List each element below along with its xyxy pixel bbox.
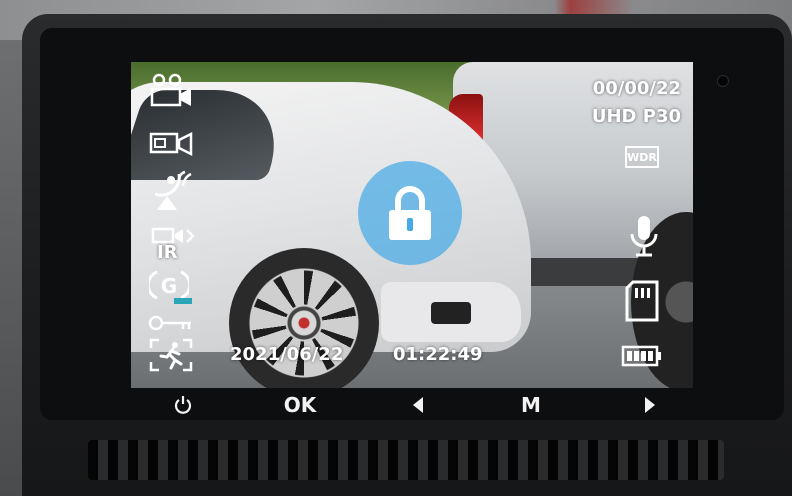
speaker-vent — [88, 440, 724, 480]
parking-key-icon — [148, 315, 191, 331]
dual-camera-icon — [150, 73, 191, 107]
sd-card-icon — [625, 280, 659, 322]
g-sensor-label: G — [161, 274, 177, 298]
scene-car-grille — [431, 302, 471, 324]
time-stamp: 01:22:49 — [393, 344, 483, 365]
wdr-icon: WDR — [625, 146, 659, 168]
satellite-gps-icon — [154, 170, 192, 210]
motion-detection-icon — [149, 338, 193, 372]
ir-label: IR — [157, 242, 178, 263]
lock-icon — [389, 186, 431, 240]
battery-icon — [621, 345, 661, 367]
left-button[interactable] — [404, 392, 432, 418]
left-arrow-icon — [413, 397, 423, 413]
microphone-icon — [630, 216, 658, 257]
lock-overlay[interactable] — [358, 161, 462, 265]
recording-elapsed: 00/00/22 — [592, 78, 681, 99]
date-stamp: 2021/06/22 — [230, 344, 344, 365]
light-sensor — [718, 76, 728, 86]
resolution-label: UHD P30 — [591, 106, 681, 127]
right-button[interactable] — [636, 392, 664, 418]
ok-button[interactable]: OK — [276, 392, 324, 418]
menu-button[interactable]: M — [514, 392, 548, 418]
g-sensor-icon: G — [149, 270, 189, 300]
right-arrow-icon — [645, 397, 655, 413]
g-sensor-level-bar — [174, 298, 192, 304]
scene-car-wheel-spokes — [229, 248, 379, 388]
front-camera-icon — [149, 131, 193, 157]
power-icon — [174, 396, 192, 414]
power-button[interactable] — [166, 392, 200, 418]
camera-screen: IR G 00/00/22 UHD P30 WDR 2021/06/22 01:… — [131, 62, 693, 388]
